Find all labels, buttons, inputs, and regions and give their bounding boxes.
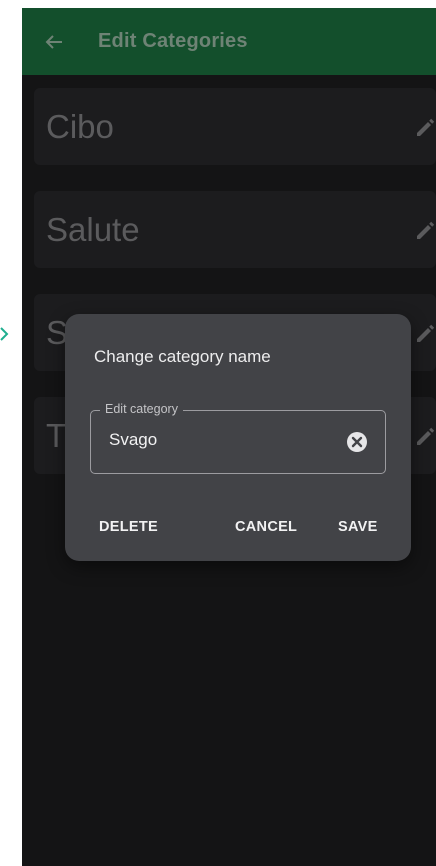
chevron-right-icon — [0, 327, 9, 341]
save-button[interactable]: SAVE — [338, 519, 378, 535]
delete-button[interactable]: DELETE — [99, 519, 158, 535]
dialog-title: Change category name — [94, 347, 271, 366]
change-category-dialog: Change category name Edit category DELET… — [65, 314, 411, 561]
app-screen: Edit Categories Cibo Salute S T Change c… — [22, 8, 436, 866]
cancel-button[interactable]: CANCEL — [235, 519, 297, 535]
clear-circle-icon[interactable] — [346, 431, 368, 453]
edit-category-input[interactable] — [109, 430, 339, 450]
field-label: Edit category — [100, 402, 183, 416]
edit-category-field: Edit category — [90, 402, 386, 474]
